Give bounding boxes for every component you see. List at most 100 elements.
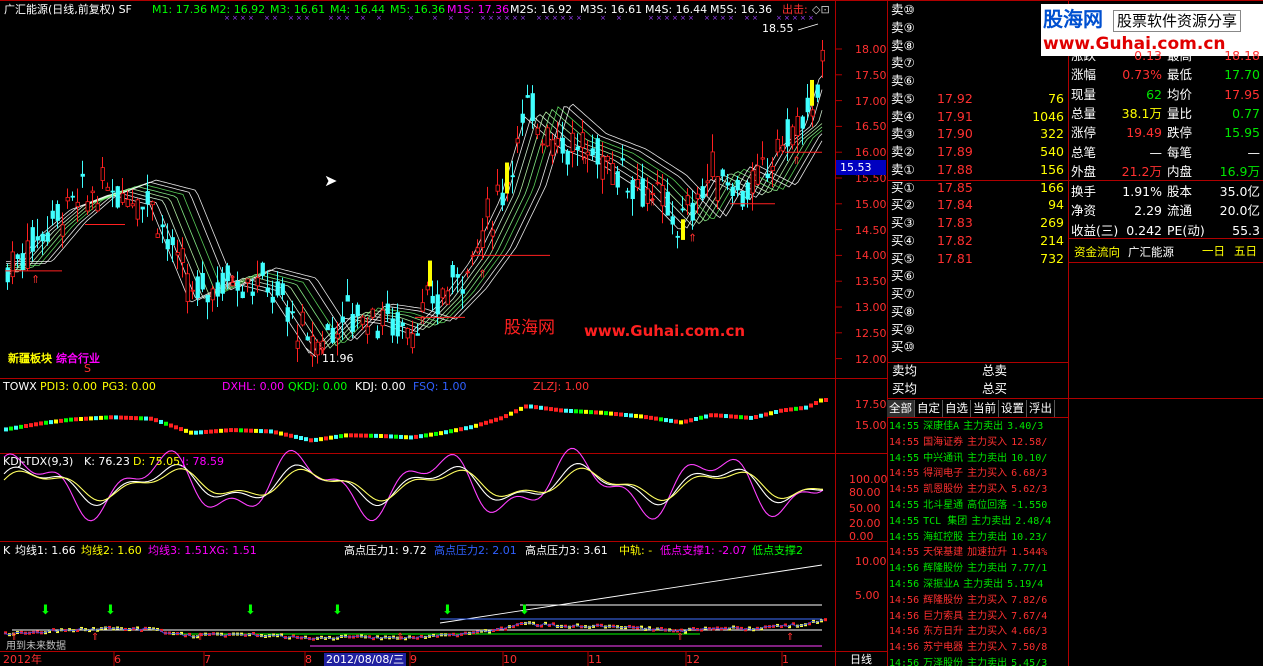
fund-flow-row[interactable]: 14:55 凯恩股份 主力买入 5.62/3: [889, 482, 1063, 498]
quote-label: 涨停: [1071, 125, 1097, 141]
quote-label: 股本: [1167, 184, 1193, 199]
towx-block: [349, 433, 353, 438]
quote-value: 1.91%: [1122, 184, 1162, 199]
candle-body: [660, 185, 665, 207]
flow-action: 加速拉升: [967, 547, 1008, 559]
candle-body: [780, 144, 785, 152]
tab-2[interactable]: 自选: [943, 400, 971, 417]
candle-body: [415, 333, 420, 336]
flow-val: 5.19/4: [1007, 579, 1044, 590]
towx-block: [494, 417, 498, 422]
candle-body: [465, 271, 470, 274]
towx-block: [484, 420, 488, 425]
towx-block: [454, 428, 458, 433]
tab-3[interactable]: 当前: [971, 400, 999, 417]
ma-legend-item: M3: 16.61: [270, 3, 326, 16]
buy-arrow-icon: ⇑: [580, 154, 589, 167]
towx-block: [544, 406, 548, 411]
towx-block: [324, 436, 328, 441]
candle-body: [820, 49, 825, 62]
candle-body: [170, 237, 175, 246]
candle-body: [255, 277, 260, 287]
quote-label: PE(动): [1167, 222, 1205, 238]
flow-val: 10.23/: [1011, 531, 1048, 543]
fund-flow-row[interactable]: 14:55 海虹控股 主力卖出 10.23/: [889, 530, 1063, 546]
flow-val: 3.40/3: [1007, 421, 1044, 432]
candle-body: [570, 132, 575, 153]
watermark-url: www.Guhai.com.cn: [584, 322, 746, 340]
fund-flow-row[interactable]: 14:55 深康佳A 主力卖出 3.40/3: [889, 419, 1063, 435]
towx-block: [464, 426, 468, 431]
buy-arrow-icon: ⇑: [478, 268, 487, 281]
fund-flow-row[interactable]: 14:55 TCL 集团 主力卖出 2.48/4: [889, 514, 1063, 530]
candle-body: [100, 167, 105, 181]
ma-legend-item: M3S: 16.61: [580, 3, 643, 16]
candle-body: [10, 251, 15, 278]
towx-block: [644, 415, 648, 420]
fund-flow-row[interactable]: 14:56 万泽股份 主力卖出 5.45/3: [889, 656, 1063, 666]
window-controls-icon[interactable]: ◇⊡: [812, 3, 830, 16]
indicator-label: 均线2: 1.60: [81, 544, 142, 557]
fund-flow-row[interactable]: 14:56 深振业A 主力卖出 5.19/4: [889, 577, 1063, 593]
candle-body: [725, 182, 730, 186]
towx-block: [69, 417, 73, 422]
x-tick-label: 10: [503, 653, 517, 666]
tab-4[interactable]: 设置: [999, 400, 1027, 417]
quote-label: 净资: [1071, 203, 1097, 219]
order-level-volume: 76: [1048, 90, 1064, 106]
flow-action: 主力卖出: [967, 658, 1008, 666]
towx-block: [44, 420, 48, 425]
candle-body: [25, 240, 30, 269]
fund-flow-row[interactable]: 14:56 东方日升 主力买入 4.66/3: [889, 624, 1063, 640]
fund-flow-row[interactable]: 14:55 北斗星通 高位回落 -1.550: [889, 498, 1063, 514]
towx-block: [789, 407, 793, 412]
candle-body: [20, 253, 25, 270]
candle-body: [655, 182, 660, 185]
towx-block: [4, 427, 8, 432]
towx-block: [184, 428, 188, 433]
fund-flow-row[interactable]: 14:56 巨力索具 主力买入 7.67/4: [889, 609, 1063, 625]
towx-block: [39, 421, 43, 426]
candle-body: [210, 288, 215, 301]
tab-5[interactable]: 浮出: [1027, 400, 1055, 417]
towx-block: [724, 414, 728, 419]
fund-flow-row[interactable]: 14:55 国海证券 主力买入 12.58/: [889, 435, 1063, 451]
fund-flow-row[interactable]: 14:56 辉隆股份 主力卖出 7.77/1: [889, 561, 1063, 577]
fund-flow-row[interactable]: 14:56 苏宁电器 主力买入 7.50/8: [889, 640, 1063, 656]
fund-flow-row[interactable]: 14:56 辉隆股份 主力买入 7.82/6: [889, 593, 1063, 609]
towx-block: [309, 438, 313, 443]
ma-legend-item: M2S: 16.92: [510, 3, 573, 16]
candle-body: [75, 201, 80, 208]
candle-body: [200, 273, 205, 290]
indicator-label: TOWX: [3, 380, 37, 393]
fund-flow-row[interactable]: 14:55 天保基建 加速拉升 1.544%: [889, 545, 1063, 561]
fund-flow-row[interactable]: 14:55 得润电子 主力买入 6.68/3: [889, 466, 1063, 482]
x-tick-label: 1: [782, 653, 789, 666]
y-tick-label: 16.00: [855, 146, 887, 160]
candle-body: [770, 166, 775, 172]
ma-legend-item: M5S: 16.36: [710, 3, 773, 16]
fund-flow-row[interactable]: 14:55 中兴通讯 主力卖出 10.10/: [889, 451, 1063, 467]
flow-val: 7.67/4: [1011, 610, 1048, 622]
one-day-button[interactable]: 一日: [1202, 245, 1225, 258]
candle-body: [215, 282, 220, 297]
towx-block: [794, 406, 798, 411]
towx-block: [584, 409, 588, 414]
up-arrow-icon: ⇑: [196, 632, 204, 643]
ma-legend-item: M4: 16.44: [330, 3, 386, 16]
order-level-price: 17.83: [937, 215, 973, 230]
y-tick-label: 100.00: [849, 473, 888, 486]
towx-block: [249, 428, 253, 433]
towx-block: [304, 437, 308, 442]
period-label[interactable]: 日线: [850, 653, 872, 666]
towx-block: [329, 435, 333, 440]
flow-name: 辉隆股份: [923, 594, 964, 606]
candle-body: [260, 262, 265, 276]
tab-0[interactable]: 全部: [887, 400, 915, 417]
towx-block: [654, 416, 658, 421]
towx-block: [509, 411, 513, 416]
order-level-label: 买①: [891, 179, 915, 195]
flow-action: 主力买入: [967, 626, 1008, 638]
tab-1[interactable]: 自定: [915, 400, 943, 417]
five-day-button[interactable]: 五日: [1234, 245, 1257, 258]
